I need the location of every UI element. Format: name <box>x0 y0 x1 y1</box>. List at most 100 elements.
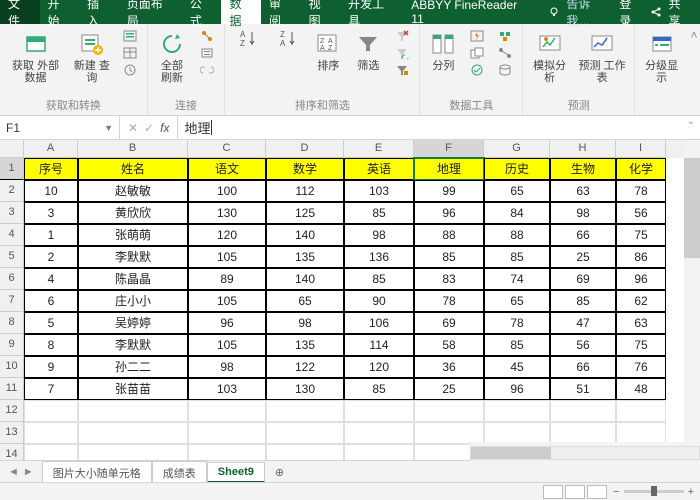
cell[interactable]: 96 <box>188 312 266 334</box>
sort-az-button[interactable]: AZ <box>231 28 265 50</box>
cell[interactable]: 66 <box>550 224 616 246</box>
text-to-columns-button[interactable]: 分列 <box>426 28 460 74</box>
cell[interactable]: 78 <box>616 180 666 202</box>
cell[interactable] <box>484 400 550 422</box>
cell[interactable]: 赵敏敏 <box>78 180 188 202</box>
cell[interactable]: 83 <box>414 268 484 290</box>
filter-button[interactable]: 筛选 <box>351 28 385 74</box>
cell[interactable]: 85 <box>484 246 550 268</box>
cell[interactable]: 序号 <box>24 158 78 180</box>
cell[interactable]: 103 <box>188 378 266 400</box>
tab-home[interactable]: 开始 <box>40 0 80 24</box>
cell[interactable] <box>484 422 550 444</box>
cell[interactable]: 105 <box>188 290 266 312</box>
cell[interactable]: 6 <box>24 290 78 312</box>
tab-view[interactable]: 视图 <box>301 0 341 24</box>
col-header-F[interactable]: F <box>414 140 484 158</box>
cell[interactable]: 88 <box>484 224 550 246</box>
cell[interactable]: 58 <box>414 334 484 356</box>
cell[interactable]: 135 <box>266 334 344 356</box>
cell[interactable]: 66 <box>550 356 616 378</box>
cell[interactable] <box>24 422 78 444</box>
row-header[interactable]: 9 <box>0 334 24 356</box>
col-header-A[interactable]: A <box>24 140 78 158</box>
cell[interactable]: 地理 <box>414 158 484 180</box>
cell[interactable] <box>24 400 78 422</box>
cell[interactable]: 51 <box>550 378 616 400</box>
col-header-E[interactable]: E <box>344 140 414 158</box>
cell[interactable]: 85 <box>344 378 414 400</box>
cell[interactable]: 75 <box>616 334 666 356</box>
cell[interactable] <box>266 422 344 444</box>
tab-file[interactable]: 文件 <box>0 0 40 24</box>
sheet-tab-0[interactable]: 图片大小随单元格 <box>42 461 152 484</box>
cell[interactable]: 86 <box>616 246 666 268</box>
cell[interactable]: 56 <box>550 334 616 356</box>
cell[interactable]: 69 <box>414 312 484 334</box>
name-box[interactable]: F1 ▼ <box>0 116 120 139</box>
sheet-tab-1[interactable]: 成绩表 <box>152 461 207 484</box>
outline-button[interactable]: 分级显示 <box>641 28 682 86</box>
cell[interactable]: 75 <box>616 224 666 246</box>
recent-sources-button[interactable] <box>119 62 141 78</box>
cell[interactable]: 65 <box>484 290 550 312</box>
cell[interactable] <box>616 422 666 444</box>
cell[interactable]: 语文 <box>188 158 266 180</box>
cell[interactable] <box>344 422 414 444</box>
cell[interactable]: 84 <box>484 202 550 224</box>
col-header-B[interactable]: B <box>78 140 188 158</box>
cell[interactable] <box>550 400 616 422</box>
cell[interactable]: 69 <box>550 268 616 290</box>
cell[interactable] <box>616 400 666 422</box>
row-header[interactable]: 1 <box>0 158 24 180</box>
row-header[interactable]: 2 <box>0 180 24 202</box>
cell[interactable]: 张萌萌 <box>78 224 188 246</box>
row-header[interactable]: 8 <box>0 312 24 334</box>
formula-bar[interactable]: 地理 <box>178 116 682 139</box>
cell[interactable]: 99 <box>414 180 484 202</box>
cell[interactable]: 45 <box>484 356 550 378</box>
cell[interactable] <box>266 400 344 422</box>
cell[interactable]: 98 <box>550 202 616 224</box>
cell[interactable]: 48 <box>616 378 666 400</box>
cell[interactable]: 96 <box>414 202 484 224</box>
cell[interactable] <box>188 400 266 422</box>
cell[interactable]: 8 <box>24 334 78 356</box>
cell[interactable]: 105 <box>188 246 266 268</box>
cell[interactable]: 生物 <box>550 158 616 180</box>
what-if-button[interactable]: 模拟分析 <box>529 28 570 86</box>
page-break-view-button[interactable] <box>587 485 607 499</box>
cell[interactable]: 114 <box>344 334 414 356</box>
properties-button[interactable] <box>196 45 218 61</box>
cell[interactable]: 化学 <box>616 158 666 180</box>
formula-expand-button[interactable]: ⌄ <box>682 116 700 139</box>
cell[interactable]: 英语 <box>344 158 414 180</box>
cell[interactable]: 3 <box>24 202 78 224</box>
cell[interactable]: 89 <box>188 268 266 290</box>
cell[interactable]: 陈晶晶 <box>78 268 188 290</box>
cell[interactable]: 122 <box>266 356 344 378</box>
cell[interactable]: 65 <box>266 290 344 312</box>
cell[interactable]: 120 <box>188 224 266 246</box>
cell[interactable]: 100 <box>188 180 266 202</box>
cell[interactable]: 孙二二 <box>78 356 188 378</box>
col-header-C[interactable]: C <box>188 140 266 158</box>
cell[interactable]: 98 <box>266 312 344 334</box>
cell[interactable]: 88 <box>414 224 484 246</box>
tab-abbyy[interactable]: ABBYY FineReader 11 <box>403 0 538 24</box>
tab-pagelayout[interactable]: 页面布局 <box>119 0 182 24</box>
cell[interactable]: 98 <box>188 356 266 378</box>
row-header[interactable]: 7 <box>0 290 24 312</box>
cell[interactable]: 125 <box>266 202 344 224</box>
row-header[interactable]: 5 <box>0 246 24 268</box>
connections-button[interactable] <box>196 28 218 44</box>
row-header[interactable]: 3 <box>0 202 24 224</box>
cell[interactable]: 140 <box>266 268 344 290</box>
cell[interactable]: 85 <box>414 246 484 268</box>
from-table-button[interactable] <box>119 45 141 61</box>
cancel-icon[interactable]: ✕ <box>128 121 138 135</box>
row-header[interactable]: 11 <box>0 378 24 400</box>
cell[interactable]: 63 <box>550 180 616 202</box>
sheet-nav-next[interactable]: ► <box>23 466 34 478</box>
cell[interactable]: 历史 <box>484 158 550 180</box>
